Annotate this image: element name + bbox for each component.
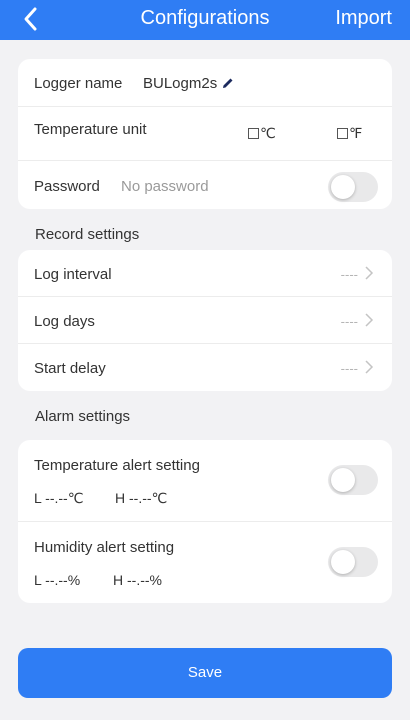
humidity-alert-row[interactable]: Humidity alert setting L --.--% H --.--% — [18, 522, 392, 603]
save-button[interactable]: Save — [18, 648, 392, 698]
celsius-label: ℃ — [260, 125, 276, 141]
toggle-knob — [331, 550, 355, 574]
logger-name-value[interactable]: BULogm2s — [143, 75, 217, 92]
record-settings-card: Log interval ---- Log days ---- Start de… — [18, 250, 392, 391]
password-toggle[interactable] — [328, 172, 378, 202]
alarm-settings-card: Temperature alert setting L --.--℃ H --.… — [18, 440, 392, 603]
temperature-unit-row: Temperature unit ℃ ℉ — [18, 107, 392, 161]
humidity-low-value: L --.--% — [34, 572, 81, 588]
celsius-checkbox[interactable] — [248, 128, 259, 139]
password-value[interactable]: No password — [121, 178, 209, 195]
password-label: Password — [34, 178, 100, 195]
celsius-option[interactable]: ℃ — [248, 125, 276, 142]
chevron-right-icon — [365, 360, 374, 374]
log-days-label: Log days — [34, 313, 95, 330]
log-interval-label: Log interval — [34, 266, 112, 283]
humidity-high-value: H --.--% — [113, 572, 162, 588]
temperature-alert-row[interactable]: Temperature alert setting L --.--℃ H --.… — [18, 440, 392, 522]
logger-name-label: Logger name — [34, 75, 123, 92]
toggle-knob — [331, 175, 355, 199]
password-row: Password No password — [18, 161, 392, 209]
fahrenheit-label: ℉ — [349, 125, 363, 141]
humidity-alert-toggle[interactable] — [328, 547, 378, 577]
start-delay-row[interactable]: Start delay ---- — [18, 344, 392, 391]
temperature-high-value: H --.--℃ — [115, 490, 168, 506]
chevron-right-icon — [365, 266, 374, 280]
pencil-edit-icon[interactable] — [222, 77, 234, 89]
temperature-alert-toggle[interactable] — [328, 465, 378, 495]
start-delay-label: Start delay — [34, 360, 106, 377]
temperature-alert-label: Temperature alert setting — [34, 457, 200, 474]
top-bar: Configurations Import — [0, 0, 410, 40]
fahrenheit-option[interactable]: ℉ — [337, 125, 362, 142]
fahrenheit-checkbox[interactable] — [337, 128, 348, 139]
temperature-unit-label: Temperature unit — [34, 121, 147, 138]
chevron-right-icon — [365, 313, 374, 327]
log-interval-row[interactable]: Log interval ---- — [18, 250, 392, 297]
log-days-value: ---- — [340, 314, 358, 329]
temperature-low-value: L --.--℃ — [34, 490, 84, 506]
toggle-knob — [331, 468, 355, 492]
start-delay-value: ---- — [340, 361, 358, 376]
alarm-settings-heading: Alarm settings — [35, 408, 131, 425]
basic-settings-card: Logger name BULogm2s Temperature unit ℃ … — [18, 59, 392, 209]
logger-name-row[interactable]: Logger name BULogm2s — [18, 59, 392, 107]
log-interval-value: ---- — [340, 267, 358, 282]
record-settings-heading: Record settings — [35, 226, 140, 243]
log-days-row[interactable]: Log days ---- — [18, 297, 392, 344]
import-button[interactable]: Import — [335, 7, 392, 30]
humidity-alert-label: Humidity alert setting — [34, 539, 175, 556]
